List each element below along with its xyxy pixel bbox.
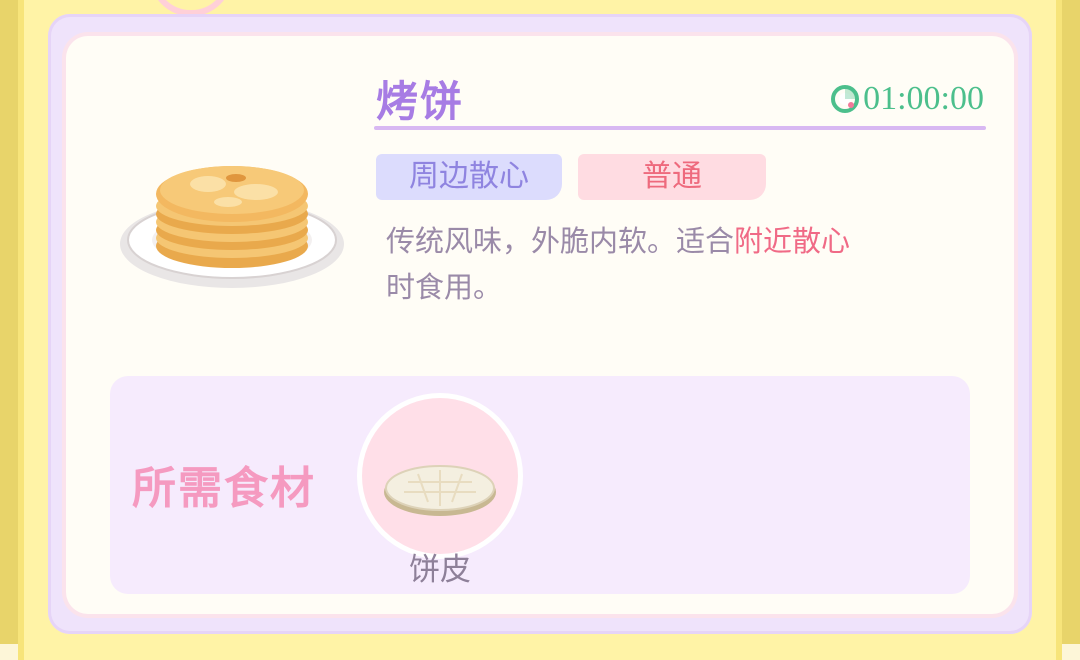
category-tag: 周边散心 — [376, 154, 562, 200]
quality-tag: 普通 — [578, 154, 766, 200]
cook-timer: 01:00:00 — [829, 80, 984, 118]
flatbread-icon — [384, 465, 496, 516]
ingredient-name: 饼皮 — [409, 552, 471, 588]
timer-value: 01:00:00 — [863, 80, 984, 117]
ingredients-label: 所需食材 — [132, 463, 316, 514]
frame-edge-left — [0, 0, 18, 644]
frame-edge-right — [1062, 0, 1080, 644]
clock-icon — [831, 85, 860, 113]
description-text-end: 时食用。 — [386, 270, 503, 304]
pancake-stack-icon — [120, 166, 344, 288]
dish-description: 传统风味，外脆内软。适合附近散心时食用。 — [386, 218, 976, 310]
title-divider — [374, 126, 986, 130]
dish-title: 烤饼 — [376, 77, 465, 126]
description-text: 传统风味，外脆内软。适合 — [386, 224, 735, 258]
description-highlight: 附近散心 — [734, 224, 851, 258]
